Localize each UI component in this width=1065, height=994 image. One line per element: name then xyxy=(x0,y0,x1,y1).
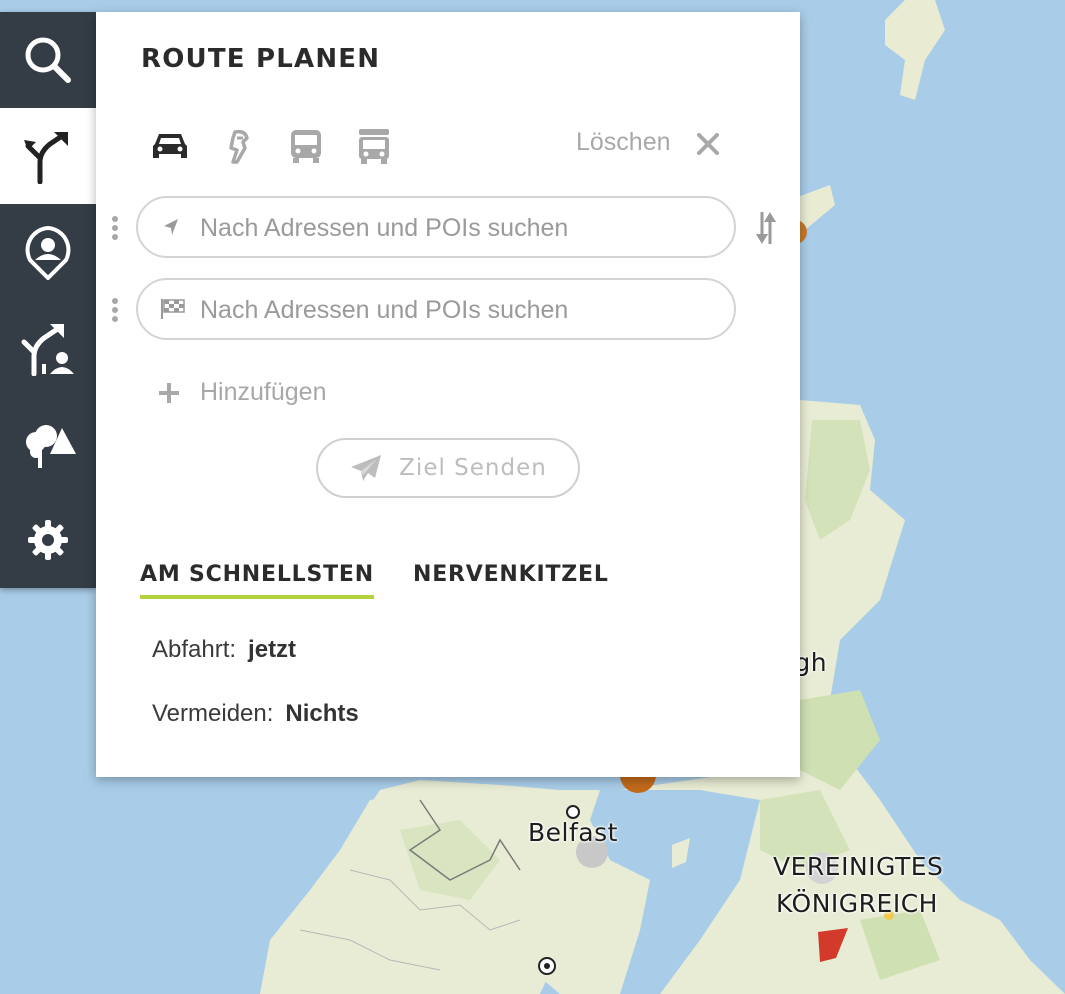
map-label-uk-line2: KÖNIGREICH xyxy=(776,889,938,918)
search-icon xyxy=(25,37,71,83)
swap-arrows-icon xyxy=(756,212,776,244)
mode-bus-button[interactable] xyxy=(286,126,326,166)
send-destination-button[interactable]: Ziel Senden xyxy=(316,438,580,498)
sidebar-item-settings[interactable] xyxy=(0,492,96,588)
bus-icon xyxy=(291,130,321,163)
truck-icon xyxy=(359,129,389,164)
avoid-label: Vermeiden: xyxy=(152,700,274,727)
car-icon xyxy=(153,134,187,158)
mode-motorcycle-button[interactable] xyxy=(218,126,258,166)
route-icon xyxy=(24,132,68,184)
profile-pin-icon xyxy=(25,225,71,280)
sidebar-item-profile[interactable] xyxy=(0,204,96,300)
tab-fastest[interactable]: AM SCHNELLSTEN xyxy=(140,562,374,599)
map-label-uk-line1: VEREINIGTES xyxy=(773,852,944,881)
mode-truck-button[interactable] xyxy=(354,126,394,166)
tab-thrill[interactable]: NERVENKITZEL xyxy=(413,562,609,595)
avoid-option[interactable]: Vermeiden: Nichts xyxy=(152,700,359,728)
departure-value: jetzt xyxy=(248,636,297,663)
map-label-belfast: Belfast xyxy=(528,818,618,847)
avoid-value: Nichts xyxy=(285,700,359,727)
drag-handle-start[interactable] xyxy=(110,216,120,246)
destination-search-field[interactable] xyxy=(136,278,736,340)
departure-label: Abfahrt: xyxy=(152,636,237,663)
motorcycle-icon xyxy=(229,129,249,164)
drag-handle-destination[interactable] xyxy=(110,298,120,328)
paper-plane-icon xyxy=(351,455,382,481)
settings-icon xyxy=(28,520,68,560)
mode-car-button[interactable] xyxy=(150,126,190,166)
route-panel: ROUTE PLANEN Löschen Nach Adressen und P… xyxy=(96,12,800,777)
nature-icon xyxy=(26,425,76,468)
location-arrow-icon xyxy=(164,219,178,235)
sidebar xyxy=(0,12,96,588)
close-icon[interactable] xyxy=(696,132,720,161)
shared-route-icon xyxy=(21,324,74,376)
start-search-field[interactable] xyxy=(136,196,736,258)
add-waypoint-label: Hinzufügen xyxy=(200,378,327,406)
sidebar-item-nature[interactable] xyxy=(0,396,96,492)
plus-icon xyxy=(159,382,179,403)
sidebar-item-shared-routes[interactable] xyxy=(0,300,96,396)
start-search-input[interactable] xyxy=(198,204,722,252)
departure-option[interactable]: Abfahrt: jetzt xyxy=(152,636,296,664)
swap-button[interactable] xyxy=(754,208,778,253)
sidebar-item-route[interactable] xyxy=(0,108,96,204)
panel-title: ROUTE PLANEN xyxy=(141,44,381,74)
add-waypoint-button[interactable]: Hinzufügen xyxy=(158,378,326,407)
destination-search-input[interactable] xyxy=(198,286,722,334)
checkered-flag-icon xyxy=(161,299,185,319)
clear-button[interactable]: Löschen xyxy=(576,128,671,157)
sidebar-item-search[interactable] xyxy=(0,12,96,108)
send-destination-label: Ziel Senden xyxy=(399,455,547,481)
